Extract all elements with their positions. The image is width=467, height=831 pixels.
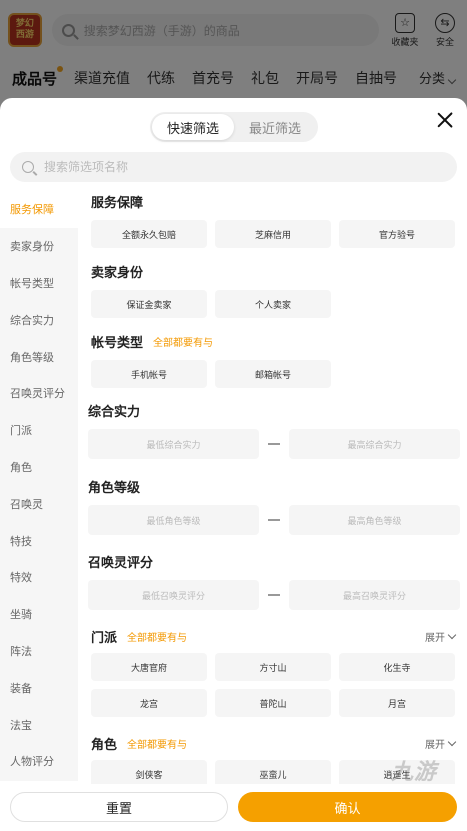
filter-search-bar (10, 152, 457, 182)
section-level: 角色等级 最低角色等级 最高角色等级 (78, 474, 467, 535)
option-official-verify[interactable]: 官方验号 (339, 220, 455, 248)
chevron-down-icon (447, 630, 457, 640)
option-role-jianxia[interactable]: 剑侠客 (91, 760, 207, 784)
section-title: 召唤灵评分 (88, 555, 154, 571)
sidebar-item-power[interactable]: 综合实力 (0, 301, 78, 338)
sidebar-item-pet-score[interactable]: 召唤灵评分 (0, 375, 78, 412)
expand-button[interactable]: 展开 (425, 736, 457, 751)
pet-score-max-input[interactable]: 最高召唤灵评分 (289, 580, 460, 610)
watermark-logo: 九游 (390, 760, 437, 785)
chevron-down-icon (447, 737, 457, 747)
section-power: 综合实力 最低综合实力 最高综合实力 (78, 398, 467, 459)
option-school-yuegong[interactable]: 月宫 (339, 689, 455, 717)
sidebar-item-account-type[interactable]: 帐号类型 (0, 265, 78, 302)
section-note: 全部都要有与 (153, 337, 214, 349)
filter-footer: 重置 确认 (0, 784, 467, 831)
section-title: 帐号类型 (91, 335, 144, 351)
pet-score-min-input[interactable]: 最低召唤灵评分 (88, 580, 259, 610)
confirm-button[interactable]: 确认 (238, 792, 457, 822)
section-title: 卖家身份 (91, 265, 144, 281)
expand-button[interactable]: 展开 (425, 629, 457, 644)
section-title: 综合实力 (88, 404, 141, 420)
section-service: 服务保障 全额永久包赔 芝麻信用 官方验号 (78, 189, 467, 256)
segment-recent-filter[interactable]: 最近筛选 (234, 114, 316, 140)
sidebar-item-role[interactable]: 角色 (0, 449, 78, 486)
section-title: 门派 (91, 630, 118, 646)
level-min-input[interactable]: 最低角色等级 (88, 505, 259, 535)
search-icon (22, 161, 34, 173)
sidebar-item-effect[interactable]: 特效 (0, 559, 78, 596)
section-seller: 卖家身份 保证金卖家 个人卖家 (78, 259, 467, 326)
sidebar-item-skill[interactable]: 特技 (0, 522, 78, 559)
filter-mode-switch: 快速筛选 最近筛选 (150, 112, 318, 142)
range-dash (268, 519, 280, 521)
power-min-input[interactable]: 最低综合实力 (88, 429, 259, 459)
filter-sheet: 快速筛选 最近筛选 服务保障 卖家身份 帐号类型 综合实力 角色等级 召唤灵评分… (0, 98, 467, 831)
sidebar-item-level[interactable]: 角色等级 (0, 338, 78, 375)
sidebar-item-mount[interactable]: 坐骑 (0, 596, 78, 633)
sidebar-item-equipment[interactable]: 装备 (0, 669, 78, 706)
option-role-wuman[interactable]: 巫蛮儿 (215, 760, 331, 784)
option-phone-account[interactable]: 手机帐号 (91, 360, 207, 388)
sidebar-item-seller[interactable]: 卖家身份 (0, 228, 78, 265)
segment-quick-filter[interactable]: 快速筛选 (152, 114, 234, 140)
sidebar-item-pet[interactable]: 召唤灵 (0, 485, 78, 522)
option-school-huasheng[interactable]: 化生寺 (339, 653, 455, 681)
close-icon[interactable] (435, 110, 455, 130)
option-full-compensation[interactable]: 全额永久包赔 (91, 220, 207, 248)
option-school-fangcun[interactable]: 方寸山 (215, 653, 331, 681)
range-dash (268, 443, 280, 445)
power-max-input[interactable]: 最高综合实力 (289, 429, 460, 459)
level-max-input[interactable]: 最高角色等级 (289, 505, 460, 535)
section-note: 全部都要有与 (127, 739, 188, 751)
reset-button[interactable]: 重置 (10, 792, 228, 822)
filter-content: 服务保障 全额永久包赔 芝麻信用 官方验号 卖家身份 保证金卖家 个人卖家 帐号… (78, 186, 467, 784)
sidebar-item-school[interactable]: 门派 (0, 412, 78, 449)
expand-label: 展开 (425, 740, 445, 751)
section-school: 门派 全部都要有与 展开 大唐官府 方寸山 化生寺 龙宫 普陀山 月宫 (78, 624, 467, 725)
option-sesame-credit[interactable]: 芝麻信用 (215, 220, 331, 248)
sidebar-item-char-score[interactable]: 人物评分 (0, 743, 78, 780)
option-email-account[interactable]: 邮箱帐号 (215, 360, 331, 388)
section-account-type: 帐号类型 全部都要有与 手机帐号 邮箱帐号 (78, 329, 467, 396)
option-personal-seller[interactable]: 个人卖家 (215, 290, 331, 318)
section-pet-score: 召唤灵评分 最低召唤灵评分 最高召唤灵评分 (78, 549, 467, 610)
filter-search-input[interactable] (44, 160, 424, 174)
section-title: 服务保障 (91, 195, 144, 211)
filter-sidebar: 服务保障 卖家身份 帐号类型 综合实力 角色等级 召唤灵评分 门派 角色 召唤灵… (0, 191, 78, 781)
range-dash (268, 594, 280, 596)
section-title: 角色 (91, 737, 118, 753)
sidebar-item-formation[interactable]: 阵法 (0, 633, 78, 670)
expand-label: 展开 (425, 633, 445, 644)
sidebar-item-service[interactable]: 服务保障 (0, 191, 78, 228)
section-title: 角色等级 (88, 480, 141, 496)
option-school-longgong[interactable]: 龙宫 (91, 689, 207, 717)
section-note: 全部都要有与 (127, 632, 188, 644)
option-deposit-seller[interactable]: 保证金卖家 (91, 290, 207, 318)
sidebar-item-treasure[interactable]: 法宝 (0, 706, 78, 743)
option-school-datang[interactable]: 大唐官府 (91, 653, 207, 681)
option-school-putuo[interactable]: 普陀山 (215, 689, 331, 717)
